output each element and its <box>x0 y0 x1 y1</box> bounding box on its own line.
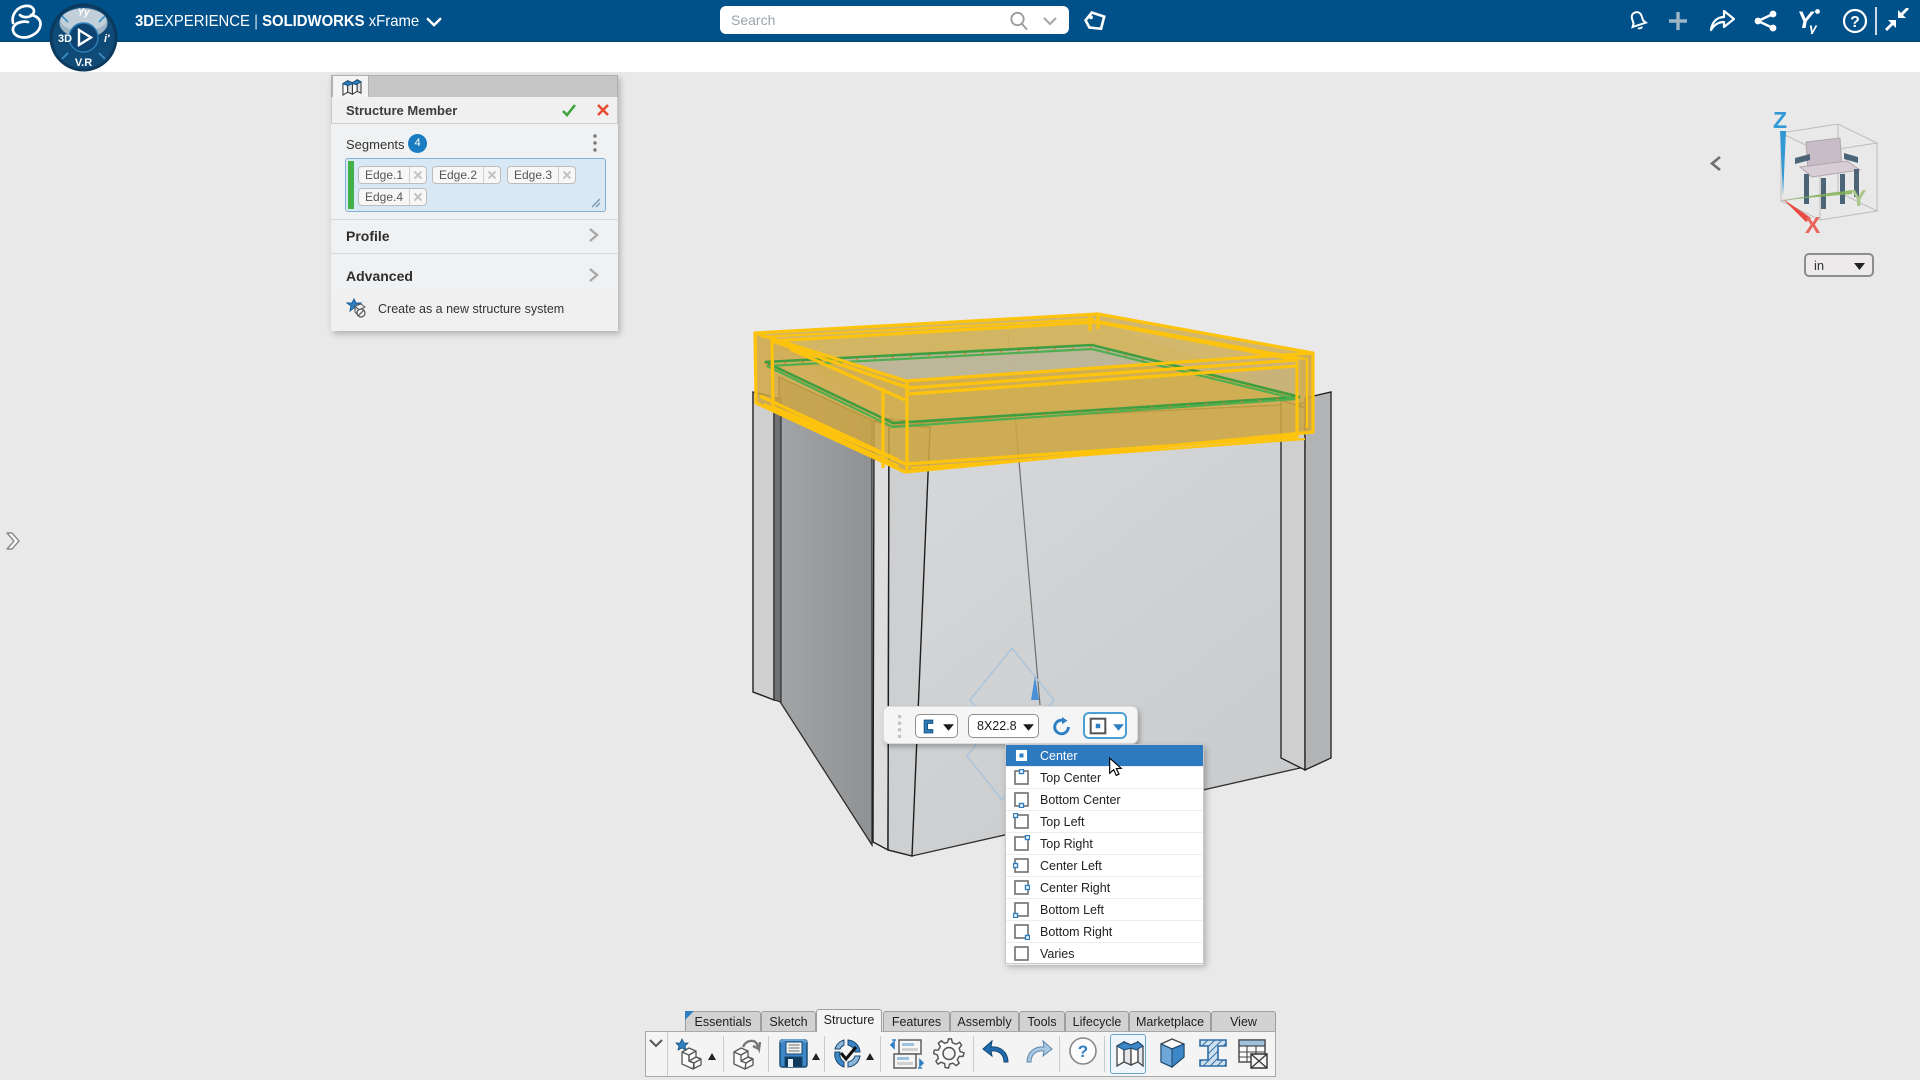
svg-text:Yy: Yy <box>77 8 90 19</box>
svg-text:3D: 3D <box>58 33 72 45</box>
svg-text:V.R: V.R <box>75 57 92 69</box>
svg-text:Y: Y <box>1851 185 1866 211</box>
svg-text:Z: Z <box>1773 107 1787 133</box>
svg-text:y: y <box>1808 20 1818 34</box>
svg-text:?: ? <box>1078 1042 1088 1061</box>
svg-text:i': i' <box>104 33 110 45</box>
svg-text:?: ? <box>1850 14 1860 31</box>
svg-text:X: X <box>1805 212 1821 238</box>
